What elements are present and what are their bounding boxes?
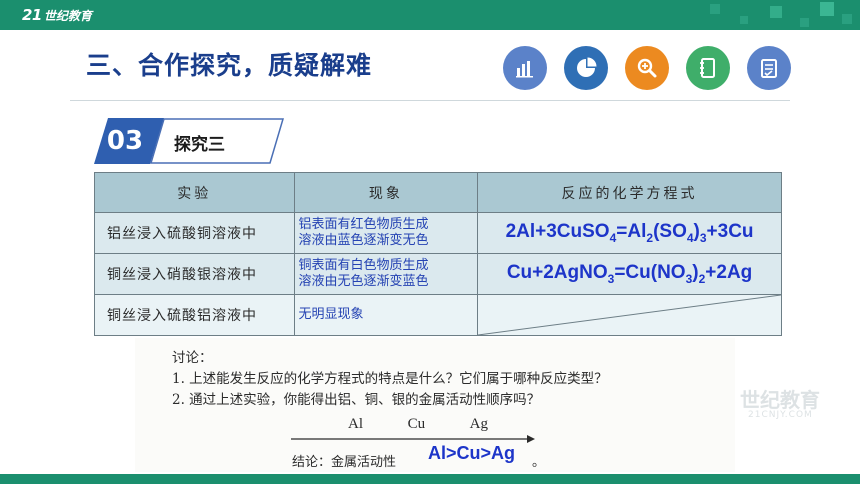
experiment-cell: 铝丝浸入硫酸铜溶液中	[94, 212, 295, 254]
magnifier-icon[interactable]	[625, 46, 669, 90]
header-equation: 反应的化学方程式	[477, 172, 782, 213]
phenomenon-line: 溶液由无色逐渐变蓝色	[298, 274, 429, 289]
phenomenon-line: 铜表面有白色物质生成	[298, 258, 429, 273]
phenomenon-line: 溶液由蓝色逐渐变无色	[298, 233, 429, 248]
conclusion-answer: Al>Cu>Ag	[428, 443, 516, 463]
section-label: 探究三	[174, 135, 225, 155]
discussion-question-2: 2. 通过上述实验，你能得出铝、铜、银的金属活动性顺序吗？	[172, 392, 541, 408]
discussion-block: 讨论： 1. 上述能发生反应的化学方程式的特点是什么？它们属于哪种反应类型？ 2…	[172, 348, 608, 411]
watermark-text: 世纪教育	[740, 388, 820, 412]
metal-label: Ag	[469, 416, 488, 432]
equation-cell-empty	[477, 294, 782, 336]
phenomenon-cell: 无明显现象	[293, 294, 479, 336]
table-row: 铝丝浸入硫酸铜溶液中 铝表面有红色物质生成 溶液由蓝色逐渐变无色 2Al+3Cu…	[94, 212, 782, 254]
section-number: 03	[106, 126, 144, 156]
notebook-icon[interactable]	[686, 46, 730, 90]
phenomenon-cell: 铜表面有白色物质生成 溶液由无色逐渐变蓝色	[293, 253, 479, 295]
top-bar: 21 世纪教育	[0, 0, 860, 30]
phenomenon-line: 无明显现象	[298, 307, 364, 322]
slide-title: 三、合作探究，质疑解难	[86, 51, 373, 80]
watermark-subtext: 21CNJY.COM	[748, 410, 813, 420]
metal-sequence: Al Cu Ag	[348, 416, 488, 433]
table-header-row: 实验 现象 反应的化学方程式	[94, 172, 782, 213]
equation-cell: Cu+2AgNO3=Cu(NO3)2+2Ag	[477, 253, 782, 295]
discussion-question-1: 1. 上述能发生反应的化学方程式的特点是什么？它们属于哪种反应类型？	[172, 371, 608, 387]
bottom-bar	[0, 474, 860, 484]
logo-mark: 21	[22, 6, 42, 24]
header-decoration	[680, 0, 860, 30]
header-experiment: 实验	[94, 172, 295, 213]
logo-text: 世纪教育	[43, 8, 92, 23]
logo: 21 世纪教育	[22, 5, 92, 25]
phenomenon-cell: 铝表面有红色物质生成 溶液由蓝色逐渐变无色	[293, 212, 479, 254]
pie-chart-icon[interactable]	[564, 46, 608, 90]
bar-chart-icon[interactable]	[503, 46, 547, 90]
phenomenon-line: 铝表面有红色物质生成	[298, 217, 429, 232]
experiment-cell: 铜丝浸入硝酸银溶液中	[94, 253, 295, 295]
icon-row	[503, 46, 791, 90]
table-row: 铜丝浸入硝酸银溶液中 铜表面有白色物质生成 溶液由无色逐渐变蓝色 Cu+2AgN…	[94, 253, 782, 295]
metal-label: Cu	[407, 416, 426, 432]
checklist-icon[interactable]	[747, 46, 791, 90]
conclusion-label: 结论：金属活动性	[292, 455, 397, 470]
equation-cell: 2Al+3CuSO4=Al2(SO4)3+3Cu	[477, 212, 782, 254]
conclusion-period: 。	[532, 455, 546, 470]
table-row: 铜丝浸入硫酸铝溶液中 无明显现象	[94, 294, 782, 336]
title-divider	[70, 100, 790, 101]
metal-label: Al	[348, 416, 363, 432]
experiment-cell: 铜丝浸入硫酸铝溶液中	[94, 294, 295, 336]
discussion-heading: 讨论：	[172, 350, 213, 366]
header-phenomenon: 现象	[293, 172, 479, 213]
experiment-table: 实验 现象 反应的化学方程式 铝丝浸入硫酸铜溶液中 铝表面有红色物质生成 溶液由…	[94, 172, 782, 336]
